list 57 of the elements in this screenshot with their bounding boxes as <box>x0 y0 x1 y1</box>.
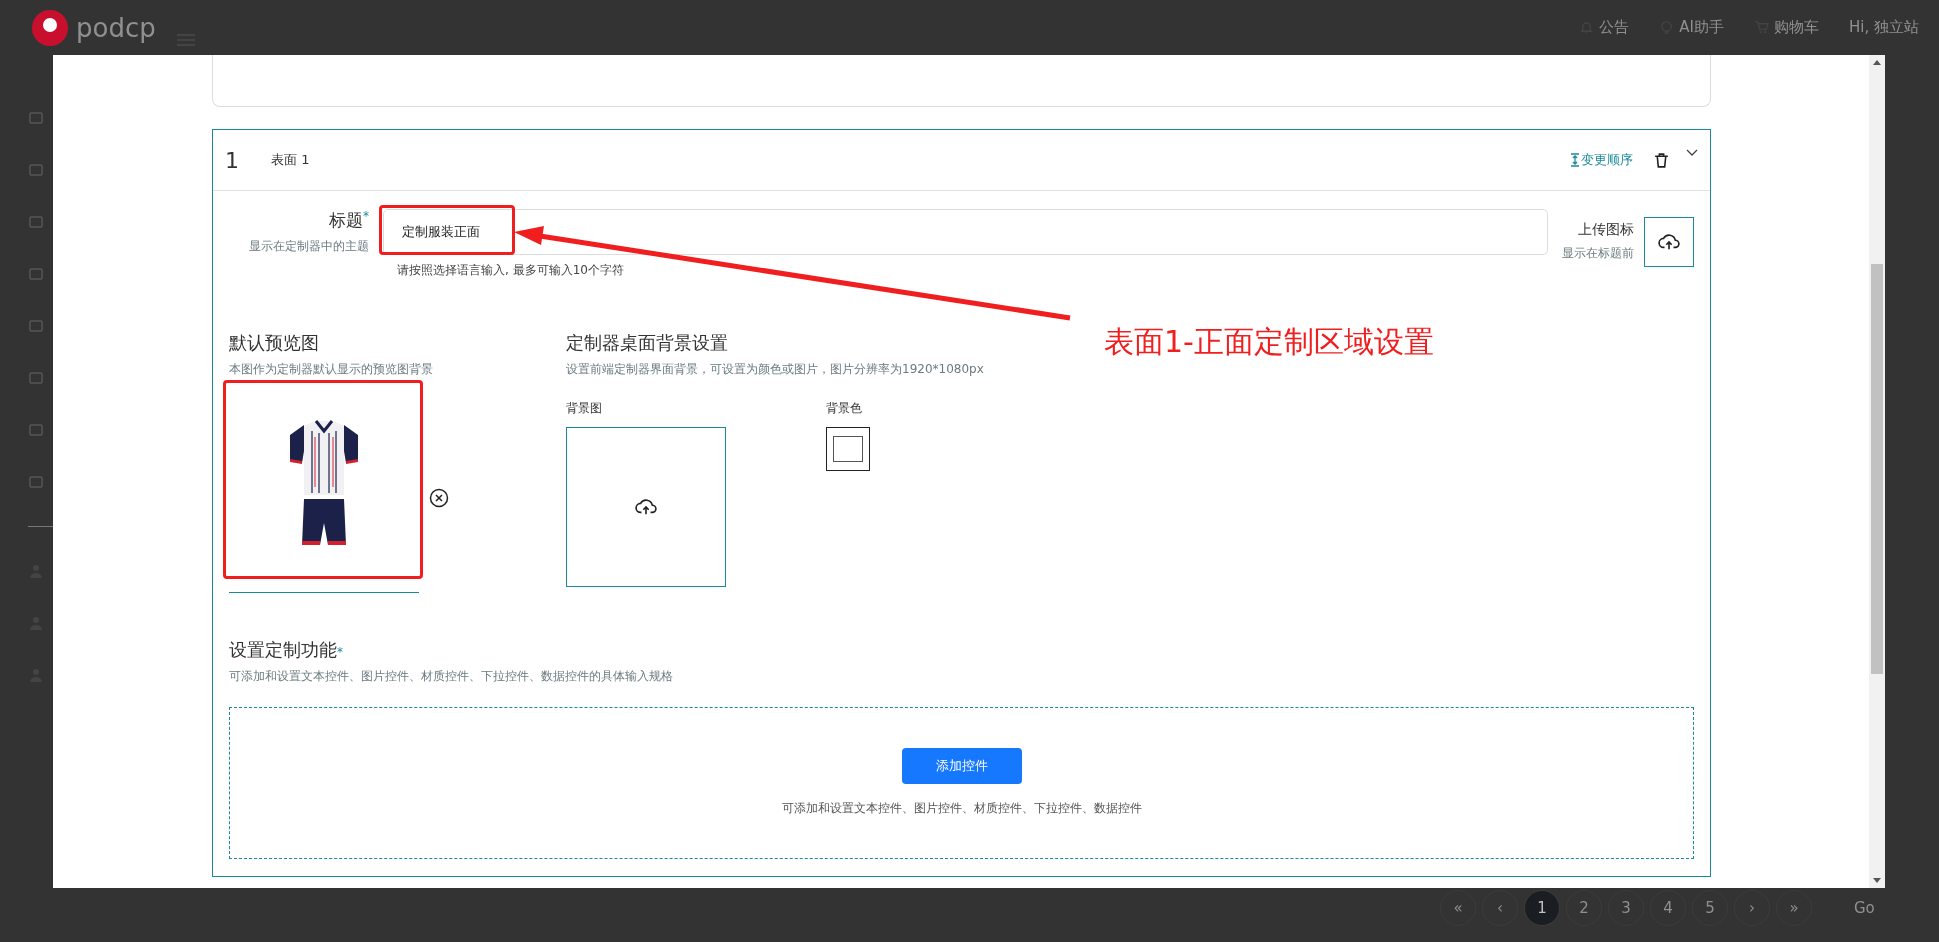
sidebar-icon[interactable] <box>28 422 44 438</box>
header-link[interactable]: Hi, 独立站 <box>1849 18 1919 37</box>
chevron-icon[interactable] <box>1686 149 1698 157</box>
page-button[interactable]: 4 <box>1650 890 1686 926</box>
reorder-icon[interactable] <box>1569 153 1581 167</box>
sidebar-icon[interactable] <box>28 110 44 126</box>
title-input[interactable]: 定制服装正面 <box>383 209 1548 255</box>
next-page-button[interactable]: › <box>1734 890 1770 926</box>
sidebar-icon[interactable] <box>28 370 44 386</box>
header-link[interactable]: 购物车 <box>1774 18 1819 37</box>
upload-icon <box>635 498 657 516</box>
scrollbar[interactable] <box>1869 55 1885 888</box>
page-button[interactable]: 5 <box>1692 890 1728 926</box>
sidebar-icon[interactable] <box>28 214 44 230</box>
section-description: 本图作为定制器默认显示的预览图背景 <box>229 361 434 378</box>
image-upload-box[interactable] <box>566 427 726 587</box>
input-note: 请按照选择语言输入, 最多可输入10个字符 <box>397 262 625 279</box>
surface-number: 1 <box>225 147 240 173</box>
color-swatch[interactable] <box>826 427 870 471</box>
add-control-button[interactable]: 添加控件 <box>901 748 1022 784</box>
required-mark: * <box>337 645 343 659</box>
reorder-link[interactable]: 变更顺序 <box>1581 151 1633 169</box>
section-title: 默认预览图 <box>229 331 320 355</box>
previous-page-button[interactable]: ‹ <box>1482 890 1518 926</box>
trash-icon[interactable] <box>1653 151 1670 169</box>
first-page-button[interactable]: « <box>1440 890 1476 926</box>
field-hint: 显示在定制器中的主题 <box>249 238 369 255</box>
section-title: 定制器桌面背景设置 <box>566 331 729 355</box>
upload-icon-button[interactable] <box>1644 217 1694 267</box>
page-button[interactable]: 2 <box>1566 890 1602 926</box>
page-button[interactable]: 1 <box>1524 890 1560 926</box>
section-description: 可添加和设置文本控件、图片控件、材质控件、下拉控件、数据控件的具体输入规格 <box>229 668 674 685</box>
page-button[interactable]: 3 <box>1608 890 1644 926</box>
scroll-up-icon[interactable] <box>1873 59 1881 65</box>
color-label: 背景色 <box>826 400 863 417</box>
section-title: 设置定制功能 <box>229 639 337 660</box>
header-link[interactable]: 公告 <box>1599 18 1630 37</box>
field-label: 标题 <box>329 209 363 232</box>
image-label: 背景图 <box>566 400 603 417</box>
sidebar-icon[interactable] <box>28 318 44 334</box>
last-page-button[interactable]: » <box>1776 890 1812 926</box>
empty-hint: 可添加和设置文本控件、图片控件、材质控件、下拉控件、数据控件 <box>781 800 1142 817</box>
logo-text[interactable]: podcp <box>76 12 156 43</box>
upload-label: 上传图标 <box>1578 221 1634 239</box>
sidebar-icon[interactable] <box>28 162 44 178</box>
sidebar-icon[interactable] <box>28 474 44 490</box>
annotation-text: 表面1-正面定制区域设置 <box>1104 323 1434 361</box>
upload-hint: 显示在标题前 <box>1562 245 1634 262</box>
required-mark: * <box>363 209 369 223</box>
logo-icon <box>30 7 70 48</box>
sidebar-icon[interactable] <box>28 266 44 282</box>
upload-icon <box>1658 233 1680 251</box>
remove-icon[interactable] <box>429 487 449 508</box>
section-description: 设置前端定制器界面背景，可设置为颜色或图片，图片分辨率为1920*1080px <box>566 361 984 378</box>
scroll-down-icon[interactable] <box>1873 878 1881 884</box>
surface-name: 表面 1 <box>271 151 310 169</box>
header-link[interactable]: AI助手 <box>1679 18 1724 37</box>
